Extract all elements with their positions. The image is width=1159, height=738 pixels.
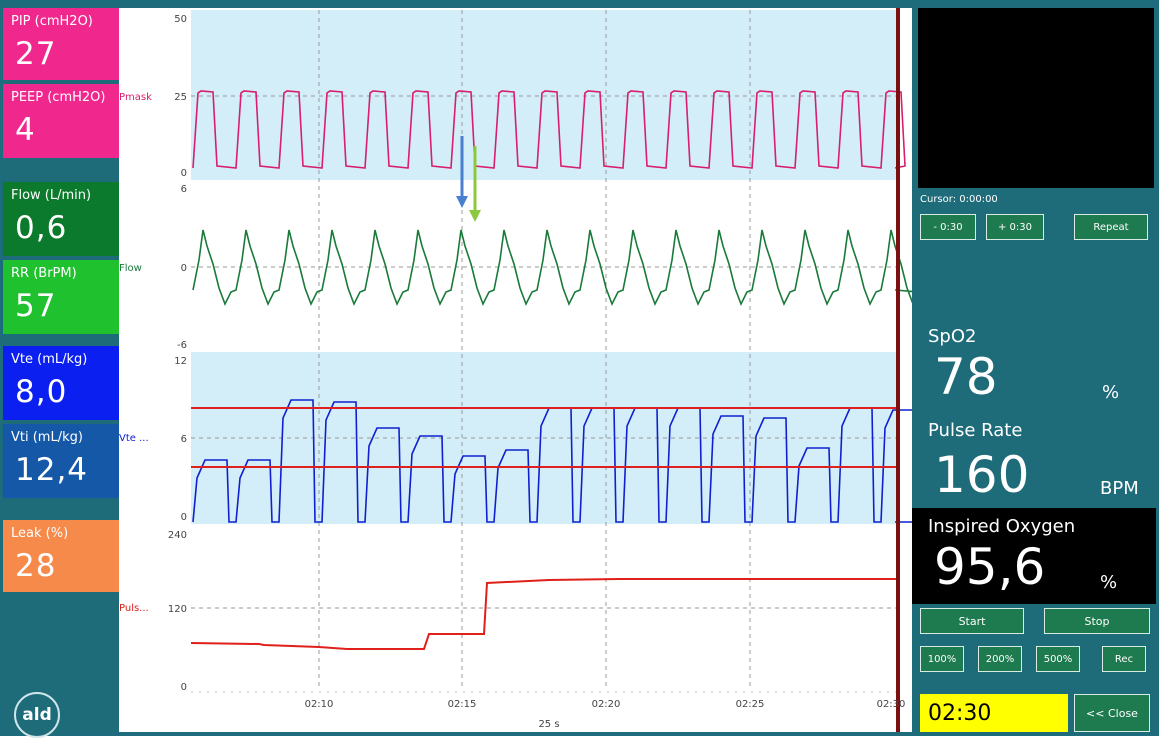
vte-tile: Vte (mL/kg) 8,0 (3, 346, 119, 420)
pip-label: PIP (cmH2O) (11, 14, 93, 29)
pressure-tick-mid: 25 (174, 92, 187, 103)
pulse-rate-unit: BPM (1100, 478, 1139, 499)
pulse-rate-label: Pulse Rate (928, 420, 1023, 441)
pulse-label: Puls... (119, 603, 149, 614)
x-tick-0220: 02:20 (592, 699, 621, 710)
vte-value: 8,0 (15, 374, 68, 410)
spo2-label: SpO2 (928, 326, 977, 347)
pip-tile: PIP (cmH2O) 27 (3, 8, 119, 80)
start-button[interactable]: Start (920, 608, 1024, 634)
rr-value: 57 (15, 288, 57, 324)
rr-label: RR (BrPM) (11, 266, 77, 281)
x-tick-0230: 02:30 (877, 699, 906, 710)
vte-label: Vte (mL/kg) (11, 352, 88, 367)
volume-tick-bottom: 0 (181, 512, 187, 523)
zoom-500-button[interactable]: 500% (1036, 646, 1080, 672)
pressure-band (191, 10, 896, 180)
pulse-tick-bottom: 0 (181, 682, 187, 693)
peep-value: 4 (15, 112, 36, 148)
repeat-button[interactable]: Repeat (1074, 214, 1148, 240)
cursor-readout: Cursor: 0:00:00 (920, 194, 998, 205)
vti-label: Vti (mL/kg) (11, 430, 83, 445)
cursor-line[interactable] (896, 8, 900, 732)
leak-label: Leak (%) (11, 526, 69, 541)
spo2-unit: % (1102, 382, 1120, 403)
vitals-sidebar: PIP (cmH2O) 27 PEEP (cmH2O) 4 Flow (L/mi… (3, 8, 119, 738)
vti-value: 12,4 (15, 452, 89, 488)
leak-value: 28 (15, 548, 57, 584)
volume-tick-mid: 6 (181, 434, 187, 445)
x-tick-0210: 02:10 (305, 699, 334, 710)
rr-tile: RR (BrPM) 57 (3, 260, 119, 334)
pip-value: 27 (15, 36, 57, 72)
pressure-label: Pmask (119, 92, 152, 103)
rec-button[interactable]: Rec (1102, 646, 1146, 672)
flow-label: Flow (119, 263, 142, 274)
x-span-label: 25 s (538, 719, 559, 730)
inspired-oxygen-panel: Inspired Oxygen 95,6 % (912, 508, 1156, 604)
close-button[interactable]: << Close (1074, 694, 1150, 732)
stop-button[interactable]: Stop (1044, 608, 1150, 634)
zoom-200-button[interactable]: 200% (978, 646, 1022, 672)
pulse-tick-top: 240 (168, 530, 187, 541)
pressure-tick-bottom: 0 (181, 168, 187, 179)
plus-30-button[interactable]: + 0:30 (986, 214, 1044, 240)
pulse-trace (190, 578, 896, 650)
oxygen-unit: % (1100, 572, 1118, 593)
flow-tile: Flow (L/min) 0,6 (3, 182, 119, 256)
oxygen-label: Inspired Oxygen (928, 516, 1076, 537)
pressure-tick-top: 50 (174, 14, 187, 25)
zoom-100-button[interactable]: 100% (920, 646, 964, 672)
control-panel: Cursor: 0:00:00 - 0:30 + 0:30 Repeat SpO… (912, 8, 1156, 733)
peep-tile: PEEP (cmH2O) 4 (3, 84, 119, 158)
waveform-plot: 50 25 0 6 0 -6 12 6 0 240 120 0 Pmask Fl… (119, 8, 912, 732)
x-tick-0215: 02:15 (448, 699, 477, 710)
flow-tick-bottom: -6 (177, 340, 187, 351)
volume-label: Vte ... (119, 433, 149, 444)
flow-label: Flow (L/min) (11, 188, 92, 203)
peep-label: PEEP (cmH2O) (11, 90, 106, 105)
oxygen-value: 95,6 (934, 538, 1046, 596)
x-tick-0225: 02:25 (736, 699, 765, 710)
leak-tile: Leak (%) 28 (3, 520, 119, 592)
preview-screen (918, 8, 1154, 188)
spo2-value: 78 (934, 348, 998, 406)
ald-logo: ald (14, 692, 60, 738)
elapsed-timer: 02:30 (920, 694, 1068, 732)
flow-tick-top: 6 (181, 184, 187, 195)
pulse-rate-value: 160 (934, 446, 1030, 504)
vti-tile: Vti (mL/kg) 12,4 (3, 424, 119, 498)
minus-30-button[interactable]: - 0:30 (920, 214, 976, 240)
flow-tick-mid: 0 (181, 263, 187, 274)
volume-tick-top: 12 (174, 356, 187, 367)
waveform-svg: 50 25 0 6 0 -6 12 6 0 240 120 0 Pmask Fl… (119, 8, 912, 732)
flow-value: 0,6 (15, 210, 68, 246)
pulse-tick-mid: 120 (168, 604, 187, 615)
